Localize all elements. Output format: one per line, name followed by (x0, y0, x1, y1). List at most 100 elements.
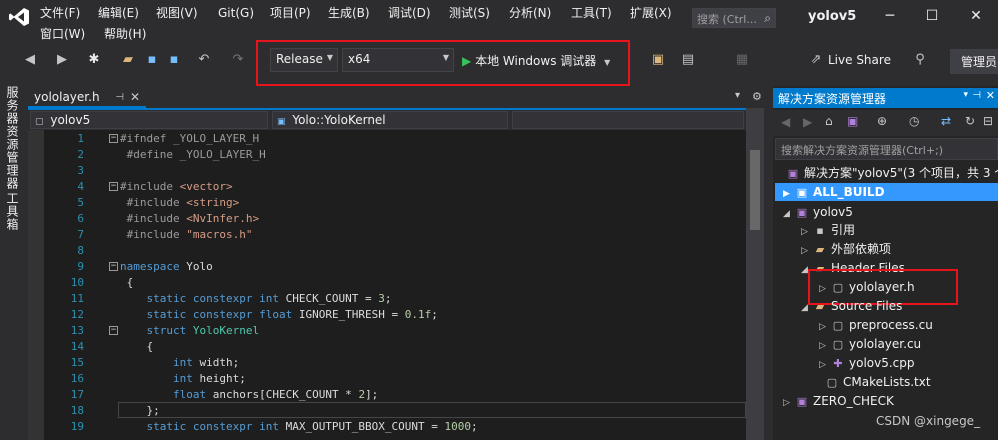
tree-zero-check[interactable]: ▷ ▣ ZERO_CHECK (783, 392, 894, 410)
tree-external-deps[interactable]: ▷ ▰ 外部依赖项 (801, 240, 891, 258)
collapse-icon[interactable]: − (109, 326, 118, 335)
menu-debug[interactable]: 调试(D) (388, 5, 431, 21)
folder-icon: ▰ (815, 243, 825, 256)
toolbox-tab[interactable]: 工具箱 (4, 192, 21, 231)
save-all-icon[interactable]: ▪ (166, 52, 182, 68)
start-debug-button[interactable]: ▶ 本地 Windows 调试器 ▼ (462, 52, 610, 69)
browser-link-icon[interactable]: ▤ (680, 52, 696, 68)
collapse-icon[interactable]: ◢ (801, 299, 813, 317)
code-line: #include <string> (120, 195, 240, 211)
feedback-icon[interactable]: ⚲ (912, 52, 928, 68)
expand-icon[interactable]: ▷ (819, 337, 831, 355)
close-icon[interactable]: ✕ (966, 6, 986, 26)
menu-help[interactable]: 帮助(H) (104, 26, 146, 42)
back-icon[interactable]: ◀ (22, 52, 38, 68)
menu-tools[interactable]: 工具(T) (571, 5, 612, 21)
collapse-icon[interactable]: − (109, 262, 118, 271)
menu-project[interactable]: 项目(P) (270, 5, 311, 21)
home-icon[interactable]: ⌂ (825, 114, 833, 128)
nav-project-value: yolov5 (50, 113, 91, 127)
tree-label: yololayer.h (849, 280, 915, 294)
collapse-icon[interactable]: − (109, 182, 118, 191)
tab-yololayer-h[interactable]: yololayer.h ⊣ ✕ (28, 88, 146, 108)
expand-icon[interactable]: ▷ (801, 223, 813, 241)
expand-icon[interactable]: ▷ (819, 356, 831, 374)
collapse-icon[interactable]: ◢ (783, 205, 795, 223)
search-input[interactable]: 搜索 (Ctrl... ⌕ (692, 8, 776, 28)
menu-extensions[interactable]: 扩展(X) (630, 5, 672, 21)
collapse-all-icon[interactable]: ⊟ (983, 114, 993, 128)
code-token: ; (431, 308, 438, 321)
comment-icon[interactable]: ▦ (734, 52, 750, 68)
tree-all-build[interactable]: ▶ ▣ ALL_BUILD (775, 183, 998, 201)
expand-icon[interactable]: ▶ (783, 185, 795, 203)
maximize-icon[interactable]: ☐ (922, 6, 942, 26)
new-project-icon[interactable]: ✱ (86, 52, 102, 68)
save-icon[interactable]: ▪ (144, 52, 160, 68)
redo-icon[interactable]: ↷ (230, 52, 246, 68)
scroll-thumb[interactable] (750, 150, 760, 230)
search-placeholder: 搜索 (Ctrl... (697, 13, 757, 26)
menu-file[interactable]: 文件(F) (40, 5, 80, 21)
close-icon[interactable]: ✕ (986, 89, 995, 102)
line-number: 13 (70, 324, 84, 337)
code-token: CHECK_COUNT = (278, 292, 379, 305)
live-share-button[interactable]: Live Share (828, 53, 891, 67)
menu-edit[interactable]: 编辑(E) (98, 5, 139, 21)
code-token: #include (126, 228, 187, 241)
code-line: #include "macros.h" (120, 227, 253, 243)
struct-icon: ▣ (277, 117, 286, 127)
forward-icon[interactable]: ▶ (54, 52, 70, 68)
menu-window[interactable]: 窗口(W) (40, 26, 85, 42)
tree-preprocess-cu[interactable]: ▷ ▢ preprocess.cu (819, 316, 933, 334)
tree-label: CMakeLists.txt (843, 375, 931, 389)
menu-git[interactable]: Git(G) (218, 5, 254, 21)
forward-icon[interactable]: ▶ (803, 115, 812, 129)
dropdown-icon[interactable]: ▾ (963, 90, 968, 100)
back-icon[interactable]: ◀ (781, 115, 790, 129)
tree-yololayer-cu[interactable]: ▷ ▢ yololayer.cu (819, 335, 921, 353)
tree-yolov5-cpp[interactable]: ▷ ✚ yolov5.cpp (819, 354, 915, 372)
expand-icon[interactable]: ▷ (819, 280, 831, 298)
tree-cmakelists[interactable]: ▢ CMakeLists.txt (813, 373, 931, 391)
pin-icon[interactable]: ⊣ (115, 92, 124, 103)
scope-nav-select[interactable]: ▣ Yolo::YoloKernel (272, 111, 508, 129)
globe-icon[interactable]: ⊕ (877, 114, 887, 128)
member-nav-select[interactable] (512, 111, 744, 129)
collapse-icon[interactable]: − (109, 134, 118, 143)
tree-yololayer-h[interactable]: ▷ ▢ yololayer.h (819, 278, 915, 296)
find-in-files-icon[interactable]: ▣ (650, 52, 666, 68)
solution-search-input[interactable]: 搜索解决方案资源管理器(Ctrl+;) (775, 138, 998, 160)
menu-test[interactable]: 测试(S) (449, 5, 490, 21)
tree-yolov5[interactable]: ◢ ▣ yolov5 (783, 203, 853, 221)
tree-references[interactable]: ▷ ▪ 引用 (801, 221, 855, 239)
refresh-icon[interactable]: ↻ (965, 114, 975, 128)
menu-build[interactable]: 生成(B) (328, 5, 370, 21)
tree-source-files[interactable]: ◢ ▰ Source Files (801, 297, 902, 315)
minimize-icon[interactable]: ─ (880, 6, 900, 26)
tree-solution[interactable]: ▣ 解决方案"yolov5"(3 个项目，共 3 个 (786, 164, 998, 182)
code-token: { (126, 276, 134, 289)
open-folder-icon[interactable]: ▰ (120, 52, 136, 68)
live-share-icon[interactable]: ⇗ (808, 52, 824, 68)
close-tab-icon[interactable]: ✕ (130, 90, 140, 104)
expand-icon[interactable]: ▷ (783, 394, 795, 412)
sync-icon[interactable]: ⇄ (941, 114, 951, 128)
line-number: 15 (70, 356, 84, 369)
history-icon[interactable]: ◷ (909, 114, 919, 128)
menu-view[interactable]: 视图(V) (156, 5, 198, 21)
platform-select[interactable]: x64 ▼ (342, 48, 454, 72)
config-select[interactable]: Release ▼ (270, 48, 338, 72)
pin-icon[interactable]: ⊣ (972, 90, 981, 101)
admin-button[interactable]: 管理员 (950, 49, 998, 74)
undo-icon[interactable]: ↶ (196, 52, 212, 68)
settings-icon[interactable]: ⚙ (752, 90, 762, 103)
switch-views-icon[interactable]: ▣ (847, 114, 858, 128)
menu-analyze[interactable]: 分析(N) (509, 5, 551, 21)
server-explorer-tab[interactable]: 服务器资源管理器 (4, 86, 21, 190)
code-token: height; (192, 372, 246, 385)
expand-icon[interactable]: ▷ (819, 318, 831, 336)
tab-list-icon[interactable]: ▾ (735, 90, 740, 101)
project-nav-select[interactable]: ▢ yolov5 (30, 111, 268, 129)
expand-icon[interactable]: ▷ (801, 242, 813, 260)
